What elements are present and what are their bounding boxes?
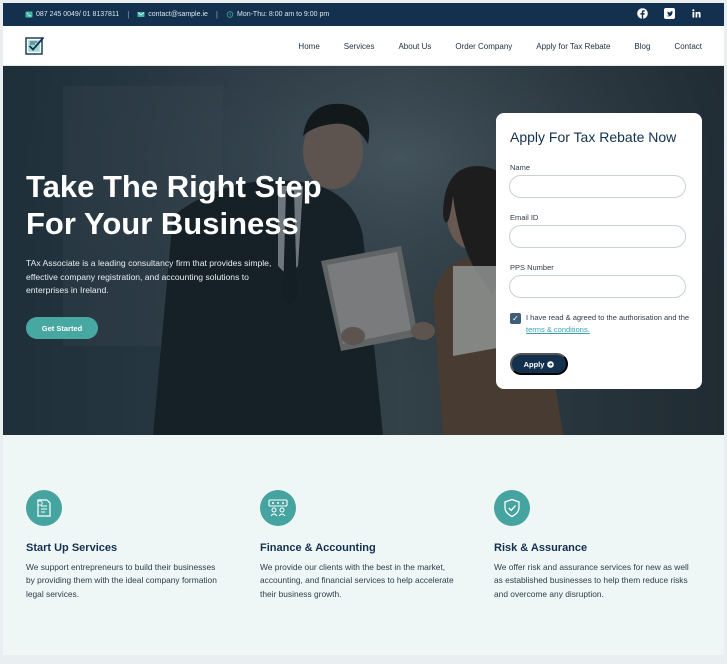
main-navbar: Home Services About Us Order Company App… — [3, 26, 724, 66]
pps-number-input[interactable] — [509, 275, 686, 298]
phone-contact[interactable]: 087 245 0049/ 01 8137811 — [25, 11, 119, 18]
facebook-icon[interactable] — [637, 8, 648, 19]
hero-description: TAx Associate is a leading consultancy f… — [26, 258, 272, 295]
service-title: Finance & Accounting — [260, 542, 376, 554]
email-contact[interactable]: contact@sample.ie — [137, 11, 208, 18]
document-icon — [26, 490, 62, 526]
nav-order-company[interactable]: Order Company — [455, 42, 512, 51]
service-description: We support entrepreneurs to build their … — [26, 562, 217, 599]
nav-apply-tax-rebate[interactable]: Apply for Tax Rebate — [536, 42, 610, 51]
arrow-circle-icon — [547, 360, 555, 368]
nav-about-us[interactable]: About Us — [398, 42, 431, 51]
divider: | — [215, 10, 218, 19]
page: 087 245 0049/ 01 8137811 | contact@sampl… — [3, 3, 724, 655]
nav-contact[interactable]: Contact — [674, 42, 702, 51]
tax-rebate-form: Apply For Tax Rebate Now Name Email ID P… — [496, 113, 702, 389]
agree-label: I have read & agreed to the authorisatio… — [526, 313, 690, 322]
email-address: contact@sample.ie — [148, 11, 208, 18]
email-label: Email ID — [510, 213, 539, 222]
twitter-icon[interactable] — [664, 8, 675, 19]
service-risk: Risk & Assurance We offer risk and assur… — [494, 490, 694, 601]
name-label: Name — [510, 163, 531, 172]
business-hours: Mon-Thu: 8:00 am to 9:00 pm — [226, 11, 329, 18]
terms-link[interactable]: terms & conditions. — [526, 325, 590, 334]
service-description: We offer risk and assurance services for… — [494, 562, 689, 599]
service-description: We provide our clients with the best in … — [260, 562, 454, 599]
mail-icon — [137, 12, 145, 17]
apply-label: Apply — [523, 359, 545, 369]
primary-nav: Home Services About Us Order Company App… — [274, 26, 702, 66]
phone-icon — [25, 11, 33, 18]
linkedin-icon[interactable] — [691, 8, 702, 19]
agree-checkbox[interactable]: ✓ — [510, 313, 521, 324]
nav-blog[interactable]: Blog — [634, 42, 650, 51]
apply-button[interactable]: Apply — [510, 353, 568, 375]
service-startup: Start Up Services We support entrepreneu… — [26, 490, 226, 601]
hours-text: Mon-Thu: 8:00 am to 9:00 pm — [236, 11, 330, 18]
accounting-icon — [260, 490, 296, 526]
hero-title-line-2: For Your Business — [26, 206, 299, 241]
get-started-button[interactable]: Get Started — [26, 317, 98, 339]
service-title: Risk & Assurance — [494, 542, 588, 554]
shield-icon — [494, 490, 530, 526]
nav-services[interactable]: Services — [344, 42, 375, 51]
phone-number: 087 245 0049/ 01 8137811 — [36, 11, 120, 18]
name-input[interactable] — [509, 175, 686, 198]
pps-label: PPS Number — [510, 263, 554, 272]
nav-home[interactable]: Home — [298, 42, 319, 51]
hero-title-line-1: Take The Right Step — [26, 169, 322, 204]
email-input[interactable] — [509, 225, 686, 248]
top-bar: 087 245 0049/ 01 8137811 | contact@sampl… — [3, 3, 724, 26]
divider: | — [127, 10, 130, 19]
clock-icon — [226, 11, 234, 18]
social-links — [637, 8, 702, 19]
agree-text: I have read & agreed to the authorisatio… — [526, 312, 694, 335]
service-title: Start Up Services — [26, 542, 118, 554]
form-title: Apply For Tax Rebate Now — [510, 129, 677, 145]
service-finance: Finance & Accounting We provide our clie… — [260, 490, 460, 601]
hero-title: Take The Right Step For Your Business — [26, 168, 366, 242]
logo[interactable] — [25, 36, 45, 56]
